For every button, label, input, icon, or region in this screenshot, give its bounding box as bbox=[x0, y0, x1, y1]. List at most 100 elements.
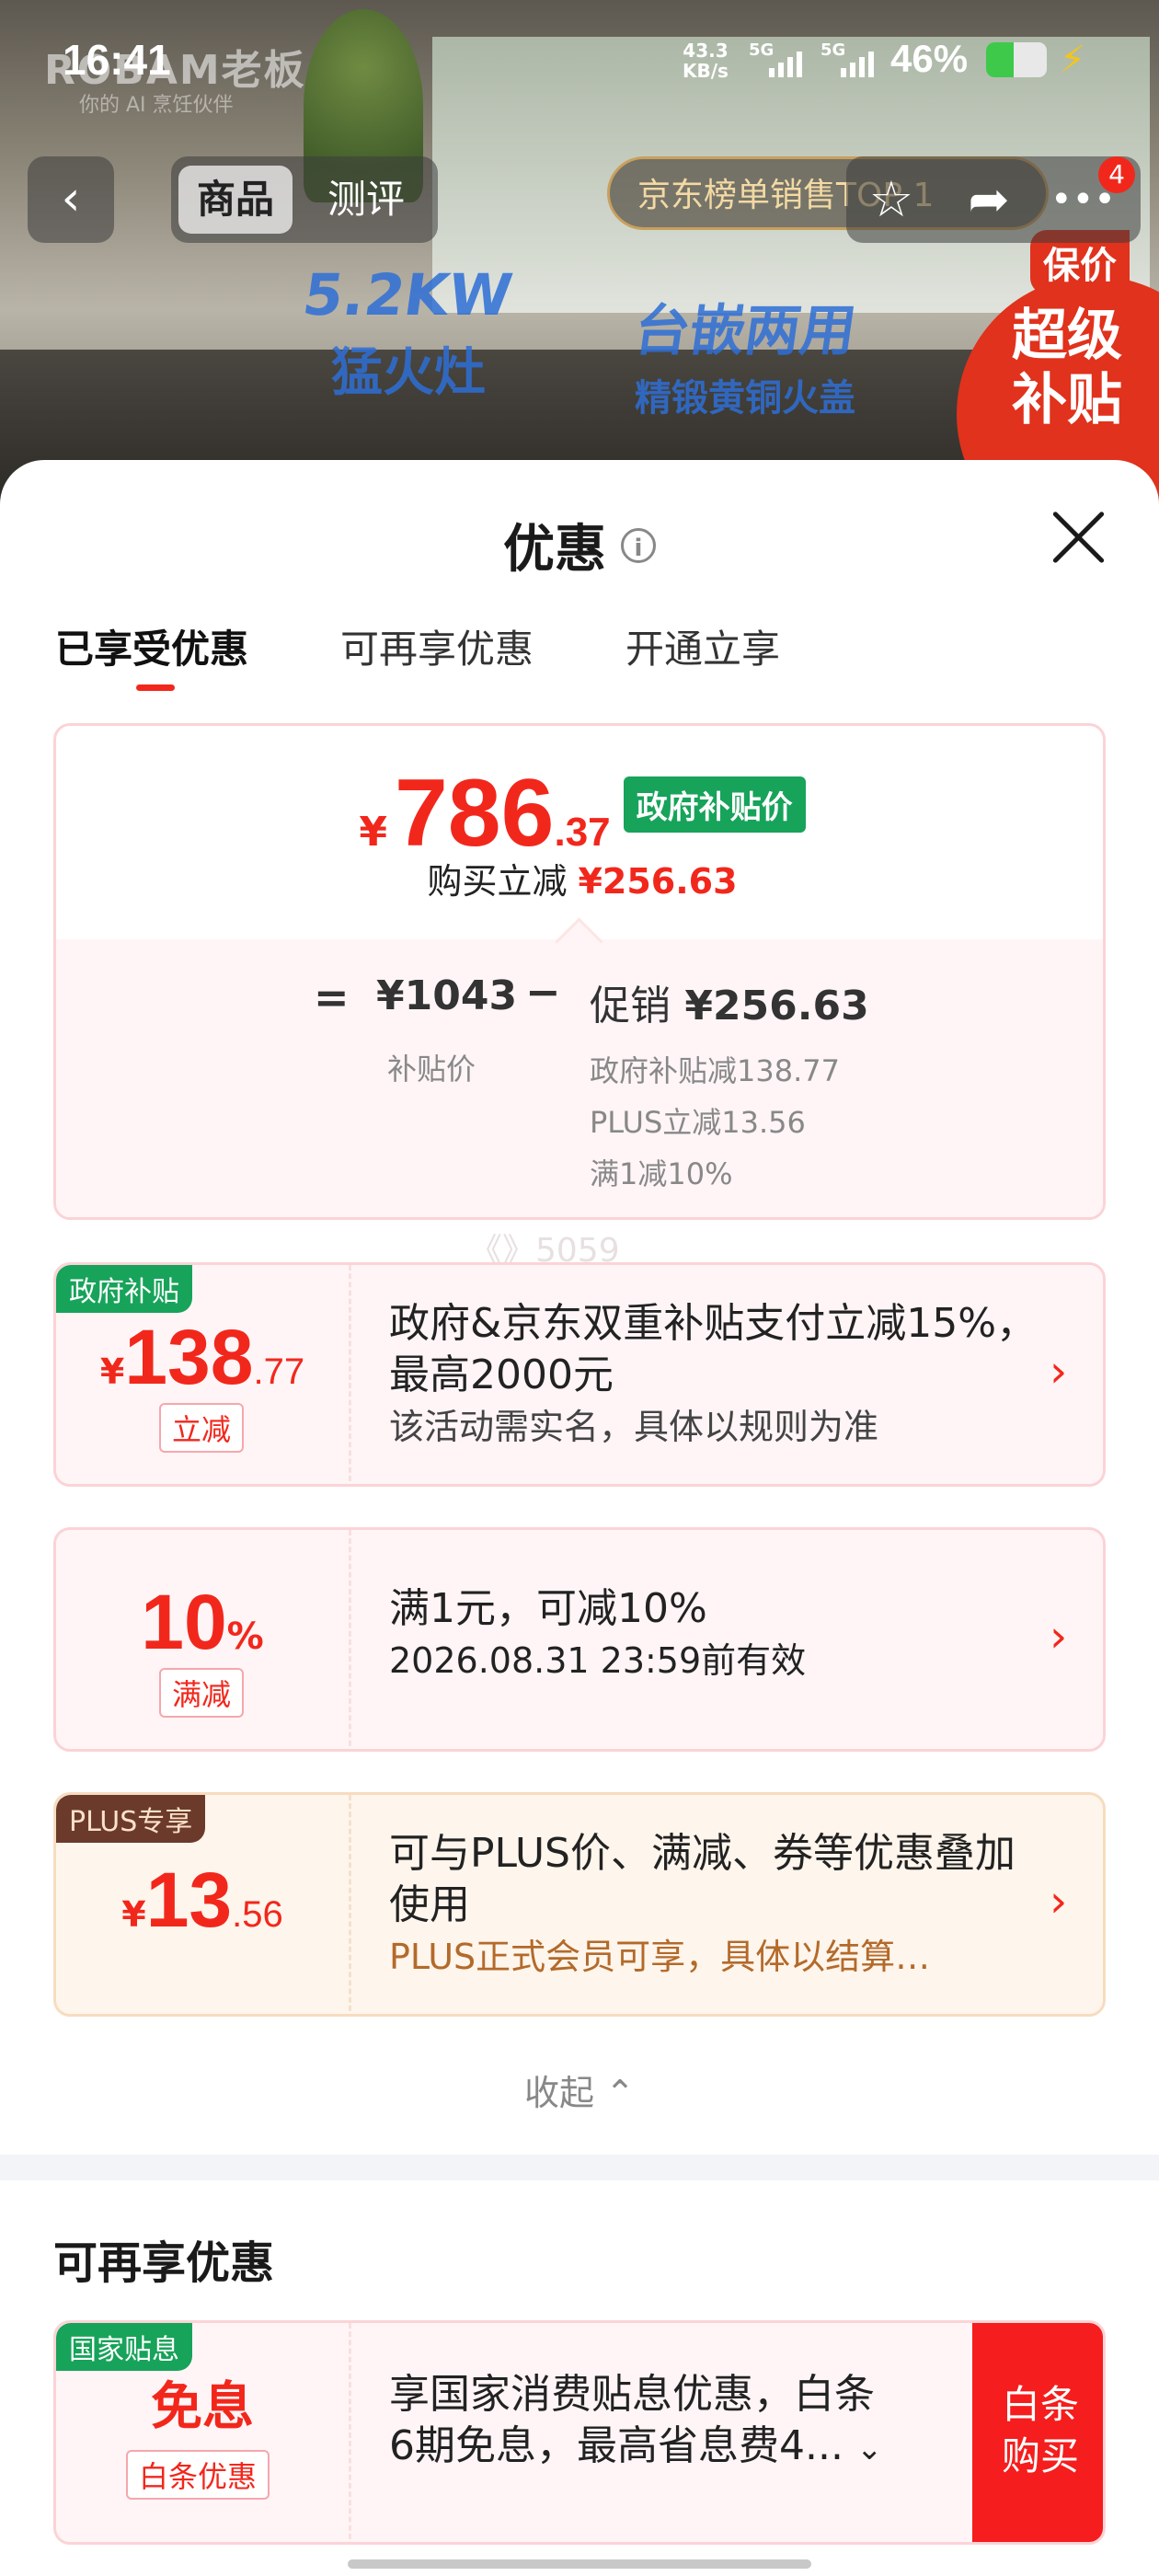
sheet-title: 优惠 bbox=[503, 520, 606, 580]
coupon-desc-main: 政府&京东双重补贴支付立减15%，最高2000元 bbox=[389, 1300, 1038, 1398]
plus-member-coupon[interactable]: PLUS专享 ¥13.56 可与PLUS价、满减、券等优惠叠加使用 PLUS正式… bbox=[53, 1792, 1106, 2017]
collapse-label: 收起 bbox=[524, 2073, 595, 2113]
coupon-description: 政府&京东双重补贴支付立减15%，最高2000元 该活动需实名，具体以规则为准 bbox=[389, 1298, 1051, 1453]
coupon-type-chip: 白条优惠 bbox=[126, 2450, 270, 2500]
tab-activate[interactable]: 开通立享 bbox=[625, 618, 780, 674]
nav-actions: ☆ ➦ ••• bbox=[846, 156, 1141, 243]
coupon-desc-line2: 6期免息，最高省息费4... ⌄ bbox=[389, 2421, 941, 2475]
coupon-divider bbox=[349, 1795, 351, 2014]
promotion-value: ¥256.63 bbox=[684, 983, 869, 1029]
charging-icon: ⚡ bbox=[1060, 39, 1086, 81]
coupon-type-chip: 立减 bbox=[159, 1403, 245, 1453]
battery-fill bbox=[986, 42, 1015, 77]
tab-enjoyed[interactable]: 已享受优惠 bbox=[55, 618, 248, 674]
tab-more-available[interactable]: 可再享优惠 bbox=[340, 618, 534, 674]
battery-percent: 46% bbox=[890, 37, 969, 80]
tab-product[interactable]: 商品 bbox=[178, 166, 293, 234]
home-indicator[interactable] bbox=[348, 2559, 811, 2569]
tab-review[interactable]: 测评 bbox=[309, 166, 423, 234]
chevron-right-icon: › bbox=[1050, 1611, 1068, 1662]
network-speed-unit: KB/s bbox=[683, 60, 729, 82]
coupon-desc-line1: 享国家消费贴息优惠，白条 bbox=[389, 2371, 875, 2418]
notification-badge: 4 bbox=[1098, 156, 1135, 193]
signal-5g-icon-2: 5G bbox=[820, 40, 874, 77]
network-speed: 43.3 KB/s bbox=[683, 40, 729, 81]
coupon-divider bbox=[349, 1265, 351, 1484]
promotion-detail-gov: 政府补贴减138.77 bbox=[590, 1053, 840, 1088]
price-integer: 786 bbox=[394, 760, 555, 867]
signal-5g-icon-1: 5G bbox=[749, 40, 802, 77]
section-divider bbox=[0, 2155, 1159, 2180]
coupon-divider bbox=[349, 2323, 351, 2542]
coupon-description: 享国家消费贴息优惠，白条 6期免息，最高省息费4... ⌄ bbox=[389, 2369, 941, 2475]
minus-sign: − bbox=[525, 967, 561, 1017]
promotion-detail-plus: PLUS立减13.56 bbox=[590, 1105, 806, 1140]
close-icon[interactable] bbox=[1049, 508, 1107, 567]
coupon-description: 可与PLUS价、满减、券等优惠叠加使用 PLUS正式会员可享，具体以结算… bbox=[389, 1828, 1051, 1983]
gov-subsidy-price-tag: 政府补贴价 bbox=[623, 776, 806, 833]
banner-headline-install: 台嵌两用 bbox=[630, 299, 860, 363]
reduction-label: 购买立减 bbox=[427, 861, 568, 902]
promotion-total: 促销 ¥256.63 bbox=[590, 972, 869, 1031]
sim1-label: 5G bbox=[749, 40, 774, 60]
sheet-header: 优惠 i bbox=[0, 508, 1159, 582]
amount-integer: 10 bbox=[141, 1579, 227, 1665]
coupon-description: 满1元，可减10% 2026.08.31 23:59前有效 bbox=[389, 1583, 1051, 1686]
coupon-amount: ¥13.56 bbox=[56, 1856, 349, 1945]
more-offers-title: 可再享优惠 bbox=[53, 2237, 275, 2289]
coupon-desc-sub: 该活动需实名，具体以规则为准 bbox=[389, 1407, 879, 1447]
coupon-tag: 政府补贴 bbox=[56, 1265, 192, 1313]
clock: 16:41 bbox=[63, 36, 171, 84]
amount-integer: 138 bbox=[124, 1314, 254, 1400]
status-bar: 16:41 43.3 KB/s 5G 5G 46% ⚡ bbox=[0, 0, 1159, 120]
network-speed-value: 43.3 bbox=[683, 40, 729, 62]
purchase-reduction: 购买立减 ¥256.63 bbox=[56, 853, 1103, 903]
full-reduction-coupon[interactable]: 10% 满减 满1元，可减10% 2026.08.31 23:59前有效 › bbox=[53, 1527, 1106, 1752]
coupon-amount: 10% bbox=[56, 1578, 349, 1667]
amount-currency: ¥ bbox=[99, 1351, 125, 1392]
battery-icon bbox=[986, 42, 1047, 77]
price-summary-card: ¥786.37政府补贴价 购买立减 ¥256.63 = ¥1043 − 促销 ¥2… bbox=[53, 723, 1106, 1220]
active-tab-indicator bbox=[136, 684, 175, 691]
coupon-desc-sub: PLUS正式会员可享，具体以结算… bbox=[389, 1937, 931, 1977]
coupon-tag: 国家贴息 bbox=[56, 2323, 192, 2371]
sim2-label: 5G bbox=[820, 40, 845, 60]
coupon-divider bbox=[349, 1530, 351, 1749]
subsidy-base-price: ¥1043 bbox=[376, 972, 518, 1019]
price-breakdown-area bbox=[56, 939, 1103, 1217]
chevron-down-icon[interactable]: ⌄ bbox=[856, 2431, 883, 2467]
coupon-desc-main: 可与PLUS价、满减、券等优惠叠加使用 bbox=[389, 1830, 1016, 1928]
discount-sheet: 优惠 i 已享受优惠 可再享优惠 开通立享 ¥786.37政府补贴价 购买立减 ¥2… bbox=[0, 460, 1159, 2576]
promotion-detail-full-reduction: 满1减10% bbox=[590, 1156, 733, 1191]
interest-free-coupon[interactable]: 国家贴息 免息 白条优惠 享国家消费贴息优惠，白条 6期免息，最高省息费4...… bbox=[53, 2320, 1106, 2545]
amount-percent: % bbox=[226, 1616, 264, 1658]
amount-integer: 13 bbox=[145, 1857, 233, 1943]
share-icon[interactable]: ➦ bbox=[957, 167, 1021, 232]
price-currency: ¥ bbox=[359, 809, 387, 856]
coupon-tag: PLUS专享 bbox=[56, 1795, 206, 1843]
coupon-type-chip: 满减 bbox=[159, 1668, 245, 1718]
chevron-left-icon: ‹ bbox=[61, 171, 81, 226]
coupon-desc-sub: 2026.08.31 23:59前有效 bbox=[389, 1640, 807, 1681]
info-icon[interactable]: i bbox=[621, 527, 656, 563]
banner-headline-brass: 精锻黄铜火盖 bbox=[635, 377, 855, 420]
chevron-right-icon: › bbox=[1050, 1346, 1068, 1397]
promotion-label: 促销 bbox=[590, 983, 671, 1029]
star-icon[interactable]: ☆ bbox=[859, 167, 924, 232]
banner-headline-power: 5.2KW bbox=[298, 261, 517, 328]
back-button[interactable]: ‹ bbox=[28, 156, 114, 243]
coupon-desc-main: 满1元，可减10% bbox=[389, 1585, 707, 1632]
chevron-right-icon: › bbox=[1050, 1876, 1068, 1927]
banner-headline-fire: 猛火灶 bbox=[331, 343, 486, 403]
coupon-desc-line2-text: 6期免息，最高省息费4... bbox=[389, 2422, 843, 2469]
coupon-amount: ¥138.77 bbox=[56, 1313, 349, 1402]
amount-currency: ¥ bbox=[121, 1894, 146, 1935]
amount-decimal: .77 bbox=[253, 1351, 305, 1392]
collapse-button[interactable]: 收起 ⌃ bbox=[0, 2064, 1159, 2115]
reduction-value: ¥256.63 bbox=[578, 861, 738, 902]
baitiao-buy-button[interactable]: 白条 购买 bbox=[972, 2323, 1103, 2542]
amount-decimal: .56 bbox=[232, 1894, 283, 1935]
gov-subsidy-coupon[interactable]: 政府补贴 ¥138.77 立减 政府&京东双重补贴支付立减15%，最高2000元… bbox=[53, 1262, 1106, 1487]
subsidy-badge-text: 超级 补贴 bbox=[1012, 304, 1122, 432]
top-nav: ‹ 商品 测评 京东榜单销售TOP 1 ☆ ➦ ••• 4 bbox=[0, 156, 1159, 252]
